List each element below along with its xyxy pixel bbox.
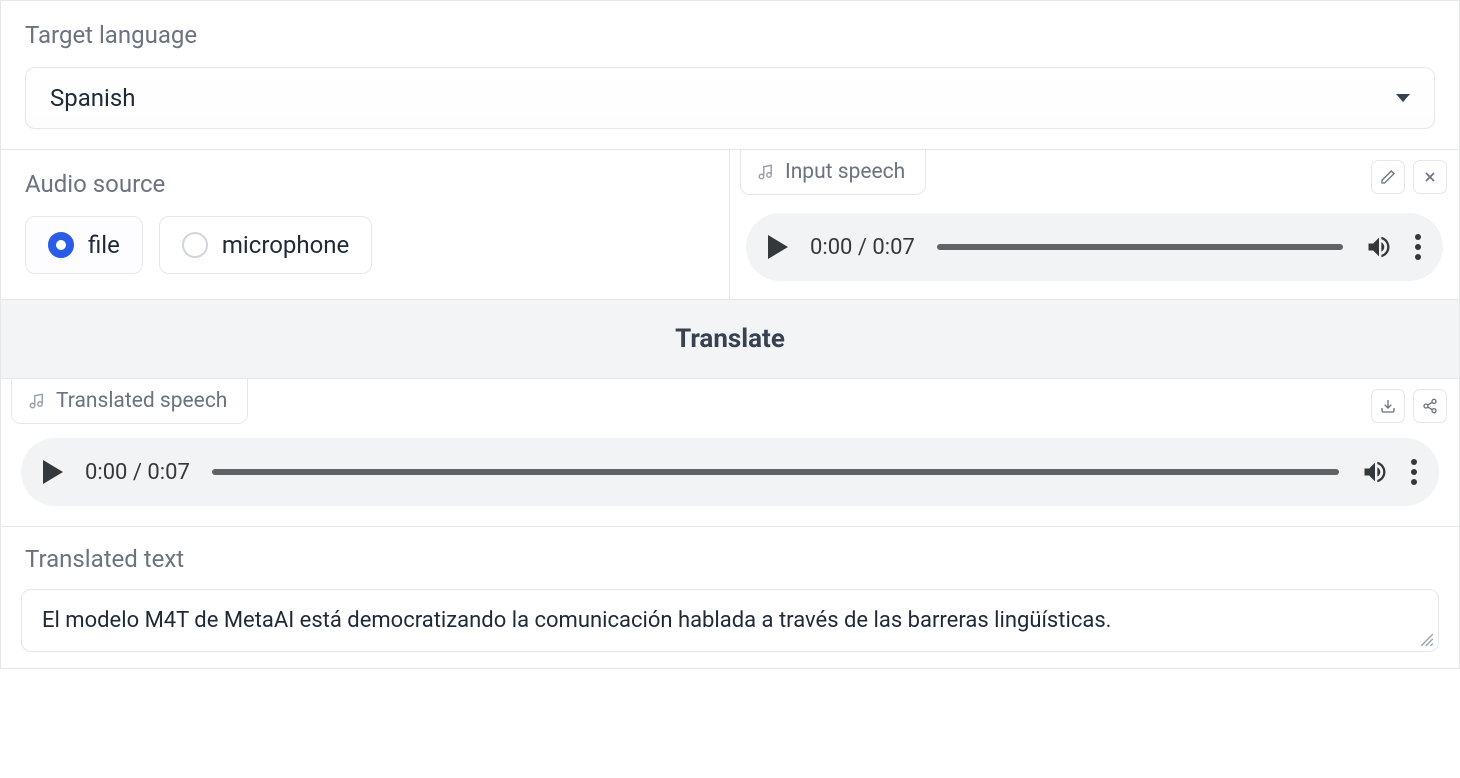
input-speech-header: Input speech xyxy=(730,150,1459,195)
output-audio-seekbar[interactable] xyxy=(212,469,1339,475)
volume-button[interactable] xyxy=(1361,458,1389,486)
play-button[interactable] xyxy=(43,460,63,484)
target-language-value: Spanish xyxy=(50,84,135,112)
volume-button[interactable] xyxy=(1365,233,1393,261)
audio-menu-button[interactable] xyxy=(1415,234,1421,260)
kebab-icon xyxy=(1411,459,1417,485)
target-language-section: Target language Spanish xyxy=(0,0,1460,150)
download-button[interactable] xyxy=(1371,389,1405,423)
play-button[interactable] xyxy=(768,235,788,259)
edit-button[interactable] xyxy=(1371,160,1405,194)
audio-source-label: Audio source xyxy=(25,170,705,198)
translated-text-section: Translated text El modelo M4T de MetaAI … xyxy=(0,527,1460,669)
audio-source-file-radio[interactable]: file xyxy=(25,216,143,274)
audio-source-section: Audio source file microphone xyxy=(0,150,730,300)
pencil-icon xyxy=(1380,169,1396,185)
radio-checked-icon xyxy=(48,232,74,258)
input-audio-time: 0:00 / 0:07 xyxy=(810,235,915,260)
target-language-dropdown[interactable]: Spanish xyxy=(25,67,1435,129)
music-icon xyxy=(757,163,775,181)
translated-speech-actions xyxy=(1371,389,1447,423)
share-icon xyxy=(1422,398,1438,414)
output-audio-time: 0:00 / 0:07 xyxy=(85,460,190,485)
translated-speech-header: Translated speech xyxy=(1,379,1459,424)
clear-button[interactable] xyxy=(1413,160,1447,194)
input-audio-seekbar[interactable] xyxy=(937,244,1343,250)
input-speech-section: Input speech 0:00 / 0:07 xyxy=(730,150,1460,300)
input-row: Audio source file microphone Input speec… xyxy=(0,150,1460,300)
volume-icon xyxy=(1365,233,1393,261)
audio-menu-button[interactable] xyxy=(1411,459,1417,485)
audio-source-microphone-radio[interactable]: microphone xyxy=(159,216,372,274)
target-language-label: Target language xyxy=(25,21,1435,49)
translate-button[interactable]: Translate xyxy=(0,300,1460,379)
chevron-down-icon xyxy=(1396,94,1410,102)
input-speech-label: Input speech xyxy=(785,160,905,184)
input-audio-player: 0:00 / 0:07 xyxy=(746,213,1443,281)
volume-icon xyxy=(1361,458,1389,486)
translated-text-value: El modelo M4T de MetaAI está democratiza… xyxy=(42,608,1111,633)
audio-source-radio-group: file microphone xyxy=(25,216,705,274)
radio-unchecked-icon xyxy=(182,232,208,258)
resize-handle-icon xyxy=(1420,633,1434,647)
close-icon xyxy=(1422,169,1438,185)
radio-label-microphone: microphone xyxy=(222,231,349,259)
translated-speech-section: Translated speech 0:00 / 0:07 xyxy=(0,379,1460,527)
kebab-icon xyxy=(1415,234,1421,260)
music-icon xyxy=(28,392,46,410)
translated-speech-label: Translated speech xyxy=(56,389,227,413)
share-button[interactable] xyxy=(1413,389,1447,423)
translated-text-output[interactable]: El modelo M4T de MetaAI está democratiza… xyxy=(21,589,1439,652)
download-icon xyxy=(1380,398,1396,414)
translated-speech-chip: Translated speech xyxy=(11,379,248,424)
radio-label-file: file xyxy=(88,231,120,259)
input-speech-chip: Input speech xyxy=(740,150,926,195)
translated-text-label: Translated text xyxy=(25,545,1435,573)
output-audio-player: 0:00 / 0:07 xyxy=(21,438,1439,506)
input-speech-actions xyxy=(1371,160,1447,194)
